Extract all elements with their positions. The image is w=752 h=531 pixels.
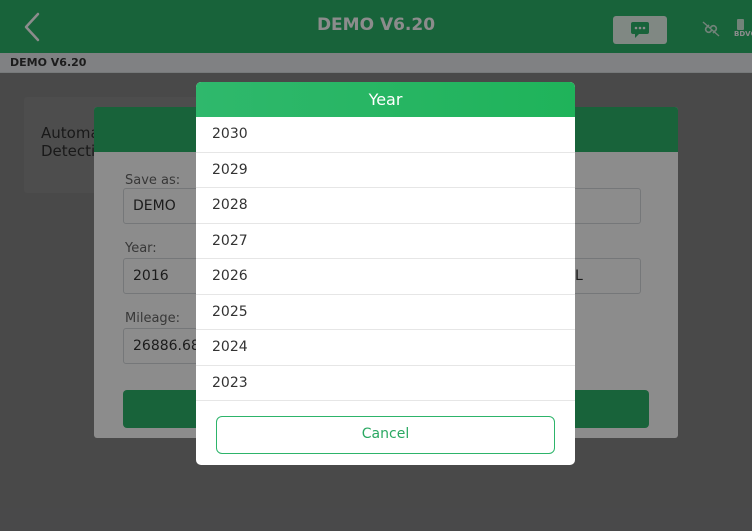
cancel-button[interactable]: Cancel — [216, 416, 555, 454]
year-option[interactable]: 2029 — [196, 153, 575, 188]
year-option[interactable]: 2025 — [196, 295, 575, 330]
year-option[interactable]: 2024 — [196, 330, 575, 366]
year-option[interactable]: 2030 — [196, 117, 575, 153]
year-list: 2030 2029 2028 2027 2026 2025 2024 2023 — [196, 117, 575, 401]
year-option[interactable]: 2026 — [196, 259, 575, 295]
year-option[interactable]: 2028 — [196, 188, 575, 224]
year-option[interactable]: 2027 — [196, 224, 575, 259]
year-option[interactable]: 2023 — [196, 366, 575, 401]
year-picker-dialog: Year 2030 2029 2028 2027 2026 2025 2024 … — [196, 82, 575, 465]
year-picker-header: Year — [196, 82, 575, 117]
year-picker-title: Year — [368, 90, 403, 109]
